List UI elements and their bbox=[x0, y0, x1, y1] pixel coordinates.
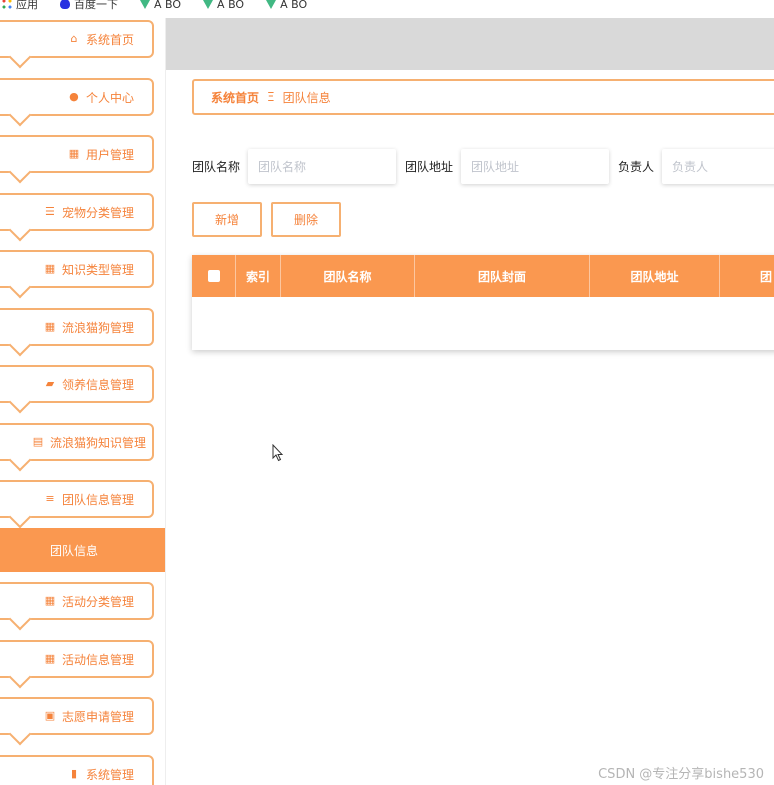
clipboard-icon: ▣ bbox=[44, 709, 56, 722]
grid-icon: ▦ bbox=[44, 262, 56, 275]
table-header: 索引 团队名称 团队封面 团队地址 团 bbox=[192, 255, 774, 297]
team-name-label: 团队名称 bbox=[192, 160, 241, 174]
mouse-cursor-icon bbox=[272, 444, 284, 462]
ticket-icon: ▰ bbox=[45, 377, 55, 390]
apps-icon bbox=[2, 0, 12, 9]
grid-icon: ▦ bbox=[44, 594, 56, 607]
sidebar-item-system[interactable]: ▮ 系统管理 bbox=[0, 755, 154, 785]
sidebar-item-pet-category[interactable]: ☰ 宠物分类管理 bbox=[0, 193, 154, 231]
breadcrumb-current: 团队信息 bbox=[282, 90, 331, 105]
sidebar-item-team-info[interactable]: ≡ 团队信息管理 bbox=[0, 480, 154, 518]
sidebar-item-knowledge-type[interactable]: ▦ 知识类型管理 bbox=[0, 250, 154, 288]
sidebar-item-adoption[interactable]: ▰ 领养信息管理 bbox=[0, 365, 154, 403]
column-team-address: 团队地址 bbox=[590, 255, 720, 297]
bookmark-vue-2[interactable]: A BO bbox=[203, 0, 244, 11]
wallet-icon: ▤ bbox=[32, 435, 44, 448]
search-form: 团队名称 团队地址 负责人 bbox=[192, 149, 774, 184]
sidebar-item-stray-animals[interactable]: ▦ 流浪猫狗管理 bbox=[0, 308, 154, 346]
sidebar-item-activity-info[interactable]: ▦ 活动信息管理 bbox=[0, 640, 154, 678]
sliders-icon: ≡ bbox=[45, 492, 55, 505]
list-icon: ☰ bbox=[45, 205, 55, 218]
sidebar-subitem-team-info[interactable]: 团队信息 bbox=[0, 528, 165, 572]
sidebar-item-users[interactable]: ▦ 用户管理 bbox=[0, 135, 154, 173]
bookmark-vue-3[interactable]: A BO bbox=[266, 0, 307, 11]
bookmarks-bar: 应用 百度一下 A BO A BO A BO bbox=[0, 0, 774, 18]
owner-input[interactable] bbox=[662, 149, 774, 184]
sidebar-item-activity-category[interactable]: ▦ 活动分类管理 bbox=[0, 582, 154, 620]
column-truncated: 团 bbox=[760, 269, 773, 284]
column-index: 索引 bbox=[236, 255, 281, 297]
team-name-input[interactable] bbox=[248, 149, 397, 184]
owner-label: 负责人 bbox=[618, 160, 655, 174]
vue-icon bbox=[203, 0, 214, 9]
home-icon: ⌂ bbox=[70, 32, 78, 45]
add-button[interactable]: 新增 bbox=[192, 202, 262, 237]
breadcrumb-home[interactable]: 系统首页 bbox=[211, 89, 259, 106]
vue-icon bbox=[266, 0, 277, 9]
grid-icon: ▦ bbox=[44, 320, 56, 333]
bookmark-apps[interactable]: 应用 bbox=[2, 0, 38, 12]
grid-icon: ▦ bbox=[44, 652, 56, 665]
breadcrumb-separator: Ξ bbox=[267, 90, 275, 104]
bookmark-baidu[interactable]: 百度一下 bbox=[60, 0, 118, 12]
column-team-cover: 团队封面 bbox=[415, 255, 590, 297]
select-all-cell bbox=[192, 255, 236, 297]
delete-button[interactable]: 删除 bbox=[271, 202, 341, 237]
baidu-icon bbox=[60, 0, 70, 9]
select-all-checkbox[interactable] bbox=[207, 270, 220, 282]
sidebar-item-stray-knowledge[interactable]: ▤ 流浪猫狗知识管理 bbox=[0, 423, 154, 461]
sidebar: ⌂ 系统首页 ● 个人中心 ▦ 用户管理 ☰ 宠物分类管理 ▦ 知识类型管理 ▦ 流浪猫狗管… bbox=[0, 18, 166, 785]
user-icon: ● bbox=[69, 90, 79, 103]
sidebar-item-volunteer[interactable]: ▣ 志愿申请管理 bbox=[0, 697, 154, 735]
sidebar-item-profile[interactable]: ● 个人中心 bbox=[0, 78, 154, 116]
bar-chart-icon: ▮ bbox=[70, 767, 78, 780]
team-address-input[interactable] bbox=[461, 149, 610, 184]
breadcrumb: 系统首页 Ξ 团队信息 bbox=[192, 79, 774, 115]
grid-icon: ▦ bbox=[68, 147, 80, 160]
sidebar-item-home[interactable]: ⌂ 系统首页 bbox=[0, 20, 154, 58]
team-address-label: 团队地址 bbox=[405, 160, 454, 174]
column-team-name: 团队名称 bbox=[281, 255, 415, 297]
team-table: 索引 团队名称 团队封面 团队地址 团 bbox=[192, 255, 774, 350]
watermark: CSDN @专注分享bishe530 bbox=[598, 767, 764, 782]
top-bar bbox=[166, 18, 774, 70]
vue-icon bbox=[140, 0, 150, 9]
bookmark-vue-1[interactable]: A BO bbox=[140, 0, 181, 11]
